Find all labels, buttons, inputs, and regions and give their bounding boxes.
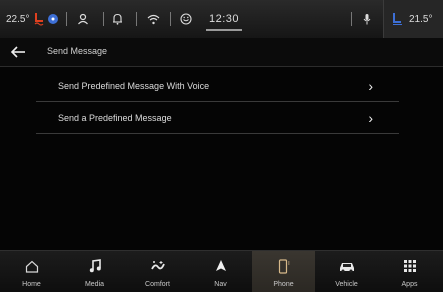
music-note-icon — [63, 257, 126, 275]
clock: 12:30 — [209, 0, 239, 38]
wifi-icon[interactable] — [147, 0, 160, 38]
notification-bell-icon[interactable] — [112, 0, 123, 38]
back-arrow-icon — [10, 46, 25, 58]
nav-apps[interactable]: Apps — [378, 251, 441, 292]
divider — [103, 12, 104, 26]
driver-temp-label: 22.5° — [6, 13, 30, 25]
nav-label: Media — [84, 281, 105, 288]
nav-label: Vehicle — [335, 281, 358, 288]
apps-grid-icon — [378, 257, 441, 275]
connection-status-icon[interactable] — [180, 0, 192, 38]
clock-underline — [206, 29, 242, 31]
nav-media[interactable]: Media — [63, 251, 126, 292]
nav-vehicle[interactable]: Vehicle — [315, 251, 378, 292]
driver-temperature[interactable]: 22.5° — [6, 0, 29, 38]
passenger-temp: 21.5° — [409, 0, 432, 38]
nav-label: Home — [22, 281, 41, 288]
chevron-right-icon: › — [368, 78, 373, 94]
back-button[interactable] — [8, 42, 28, 62]
nav-phone[interactable]: Phone — [252, 251, 315, 292]
home-icon — [0, 257, 63, 275]
climate-icon — [126, 257, 189, 275]
microphone-icon[interactable] — [363, 0, 371, 38]
menu-item-voice-message[interactable]: Send Predefined Message With Voice › — [36, 71, 399, 102]
divider — [351, 12, 352, 26]
clock-text: 12:30 — [209, 13, 240, 25]
nav-label: Apps — [401, 281, 418, 288]
nav-home[interactable]: Home — [0, 251, 63, 292]
page-title: Send Message — [47, 46, 108, 56]
nav-label: Comfort — [145, 281, 170, 288]
passenger-climate[interactable]: 21.5° — [383, 0, 443, 38]
seat-heat-icon[interactable] — [33, 0, 45, 38]
user-profile-icon[interactable] — [77, 0, 89, 38]
phone-icon — [252, 257, 315, 275]
passenger-seat-icon — [392, 0, 403, 38]
screen: 22.5° 12:30 21.5° Send Message Send Pred… — [0, 0, 443, 292]
nav-label: Nav — [214, 281, 227, 288]
menu-item-label: Send Predefined Message With Voice — [58, 81, 210, 91]
title-bar: Send Message — [0, 38, 443, 67]
divider — [136, 12, 137, 26]
divider — [66, 12, 67, 26]
navigation-arrow-icon — [189, 257, 252, 275]
status-bar: 22.5° 12:30 21.5° — [0, 0, 443, 39]
bottom-nav: Home Media Comfort Nav Phone Vehicle App… — [0, 250, 443, 292]
chevron-right-icon: › — [368, 110, 373, 126]
divider — [170, 12, 171, 26]
passenger-temp-label: 21.5° — [409, 13, 433, 25]
car-icon — [315, 257, 378, 275]
fan-icon[interactable] — [47, 0, 59, 38]
nav-label: Phone — [273, 281, 294, 288]
nav-navigation[interactable]: Nav — [189, 251, 252, 292]
menu-item-predefined-message[interactable]: Send a Predefined Message › — [36, 103, 399, 134]
menu-item-label: Send a Predefined Message — [58, 113, 172, 123]
nav-comfort[interactable]: Comfort — [126, 251, 189, 292]
